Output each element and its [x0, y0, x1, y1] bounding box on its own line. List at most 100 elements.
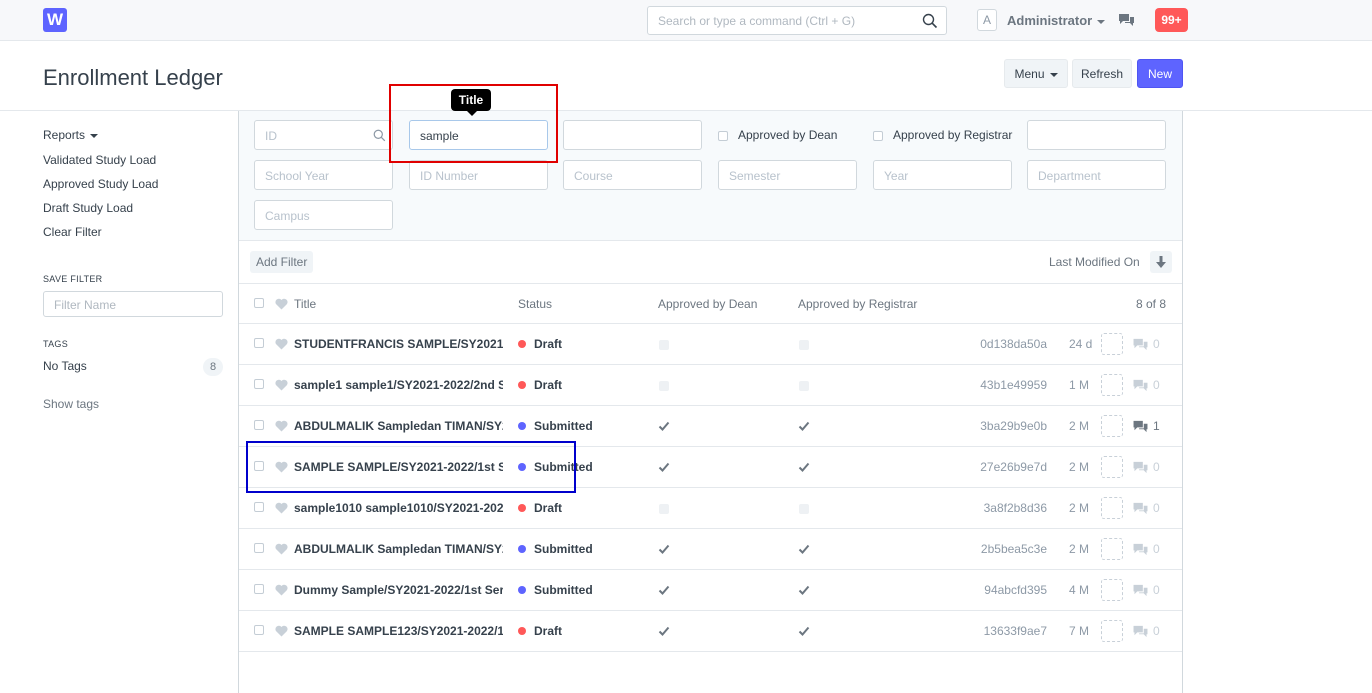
comment-count[interactable]: 0	[1132, 542, 1160, 556]
row-assign-avatar[interactable]	[1101, 579, 1123, 601]
row-title[interactable]: ABDULMALIK Sampledan TIMAN/SY2	[294, 542, 503, 556]
comment-icon	[1132, 460, 1153, 474]
sort-order-button[interactable]	[1150, 251, 1172, 273]
checkbox[interactable]	[873, 130, 883, 141]
heart-icon[interactable]	[275, 420, 288, 432]
campus-filter[interactable]: Campus	[254, 200, 393, 230]
notifications-badge[interactable]: 99+	[1155, 8, 1188, 32]
reports-dropdown[interactable]: Reports	[43, 128, 99, 142]
row-modified: 1 M	[1069, 378, 1090, 392]
status-text: Draft	[534, 501, 563, 515]
approved-dean-unchecked	[659, 381, 669, 391]
table-row[interactable]: Dummy Sample/SY2021-2022/1st Ser Submitte…	[239, 570, 1182, 611]
row-modified: 2 M	[1069, 460, 1090, 474]
comment-count[interactable]: 1	[1132, 419, 1160, 433]
app-logo[interactable]: W	[43, 8, 67, 32]
filter-name-input[interactable]: Filter Name	[43, 291, 223, 317]
heart-icon[interactable]	[275, 625, 288, 637]
row-title[interactable]: ABDULMALIK Sampledan TIMAN/SY2	[294, 419, 503, 433]
heart-icon[interactable]	[275, 584, 288, 596]
row-checkbox[interactable]	[254, 338, 264, 348]
table-row[interactable]: STUDENTFRANCIS SAMPLE/SY2021-2 Draft 0d138…	[239, 324, 1182, 365]
comment-icon	[1132, 542, 1153, 556]
avatar[interactable]: A	[977, 9, 997, 31]
row-assign-avatar[interactable]	[1101, 415, 1123, 437]
header-title[interactable]: Title	[294, 297, 316, 311]
row-checkbox[interactable]	[254, 502, 264, 512]
table-row[interactable]: sample1010 sample1010/SY2021-202 Draft 3a8…	[239, 488, 1182, 529]
row-modified: 4 M	[1069, 583, 1090, 597]
row-assign-avatar[interactable]	[1101, 333, 1123, 355]
sidebar-item-clear-filter[interactable]: Clear Filter	[43, 225, 102, 239]
sidebar-item-no-tags[interactable]: No Tags	[43, 359, 87, 373]
row-name-hash: 13633f9ae7	[983, 624, 1047, 638]
heart-icon[interactable]	[275, 338, 288, 350]
heart-icon[interactable]	[275, 298, 288, 310]
comment-icon	[1132, 378, 1153, 392]
approved-dean-label: Approved by Dean	[738, 128, 838, 142]
user-menu[interactable]: Administrator	[1007, 13, 1106, 28]
row-title[interactable]: sample1010 sample1010/SY2021-202	[294, 501, 503, 515]
comment-count[interactable]: 0	[1132, 501, 1160, 515]
sidebar-item-approved[interactable]: Approved Study Load	[43, 177, 158, 191]
filter-input-blank[interactable]	[563, 120, 702, 150]
comment-count[interactable]: 0	[1132, 460, 1160, 474]
row-assign-avatar[interactable]	[1101, 456, 1123, 478]
id-number-filter[interactable]: ID Number	[409, 160, 548, 190]
comment-count[interactable]: 0	[1132, 624, 1160, 638]
table-row[interactable]: SAMPLE SAMPLE123/SY2021-2022/1: Draft 1363…	[239, 611, 1182, 652]
school-year-filter[interactable]: School Year	[254, 160, 393, 190]
approved-dean-filter[interactable]: Approved by Dean	[718, 128, 837, 142]
select-all-checkbox[interactable]	[254, 298, 264, 308]
status-dot	[518, 380, 526, 389]
menu-button[interactable]: Menu	[1004, 59, 1068, 88]
department-filter[interactable]: Department	[1027, 160, 1166, 190]
approved-dean-check-icon	[658, 625, 670, 637]
arrow-down-icon	[1156, 256, 1166, 268]
refresh-button[interactable]: Refresh	[1072, 59, 1132, 88]
approved-registrar-filter[interactable]: Approved by Registrar	[873, 128, 1012, 142]
show-tags-link[interactable]: Show tags	[43, 397, 99, 411]
row-assign-avatar[interactable]	[1101, 497, 1123, 519]
row-checkbox[interactable]	[254, 379, 264, 389]
approved-registrar-label: Approved by Registrar	[893, 128, 1013, 142]
heart-icon[interactable]	[275, 502, 288, 514]
status-dot	[518, 503, 526, 512]
heart-icon[interactable]	[275, 543, 288, 555]
heart-icon[interactable]	[275, 379, 288, 391]
status-text: Submitted	[534, 583, 593, 597]
row-checkbox[interactable]	[254, 625, 264, 635]
sidebar-item-validated[interactable]: Validated Study Load	[43, 153, 156, 167]
row-assign-avatar[interactable]	[1101, 374, 1123, 396]
row-name-hash: 2b5bea5c3e	[980, 542, 1047, 556]
table-row[interactable]: ABDULMALIK Sampledan TIMAN/SY2 Submitted 2…	[239, 529, 1182, 570]
checkbox[interactable]	[718, 130, 728, 141]
filter-input-blank-2[interactable]	[1027, 120, 1166, 150]
status-dot	[518, 339, 526, 348]
comment-count[interactable]: 0	[1132, 583, 1160, 597]
comment-count[interactable]: 0	[1132, 378, 1160, 392]
reports-label: Reports	[43, 128, 86, 142]
table-row[interactable]: sample1 sample1/SY2021-2022/2nd S Draft 43…	[239, 365, 1182, 406]
new-button[interactable]: New	[1137, 59, 1183, 88]
row-title[interactable]: STUDENTFRANCIS SAMPLE/SY2021-2	[294, 337, 503, 351]
chat-icon[interactable]	[1118, 13, 1135, 27]
row-assign-avatar[interactable]	[1101, 620, 1123, 642]
navbar: W Search or type a command (Ctrl + G) A …	[0, 0, 1372, 41]
row-title[interactable]: SAMPLE SAMPLE123/SY2021-2022/1:	[294, 624, 503, 638]
sort-selector[interactable]: Last Modified On	[1049, 255, 1140, 269]
sidebar-item-draft[interactable]: Draft Study Load	[43, 201, 133, 215]
id-filter-input[interactable]: ID	[254, 120, 393, 150]
add-filter-button[interactable]: Add Filter	[250, 251, 314, 273]
course-filter[interactable]: Course	[563, 160, 702, 190]
row-checkbox[interactable]	[254, 584, 264, 594]
row-title[interactable]: sample1 sample1/SY2021-2022/2nd S	[294, 378, 503, 392]
year-filter[interactable]: Year	[873, 160, 1012, 190]
semester-filter[interactable]: Semester	[718, 160, 857, 190]
row-title[interactable]: Dummy Sample/SY2021-2022/1st Ser	[294, 583, 503, 597]
row-checkbox[interactable]	[254, 543, 264, 553]
comment-count[interactable]: 0	[1132, 337, 1160, 351]
search-input[interactable]: Search or type a command (Ctrl + G)	[647, 6, 947, 35]
row-checkbox[interactable]	[254, 420, 264, 430]
row-assign-avatar[interactable]	[1101, 538, 1123, 560]
